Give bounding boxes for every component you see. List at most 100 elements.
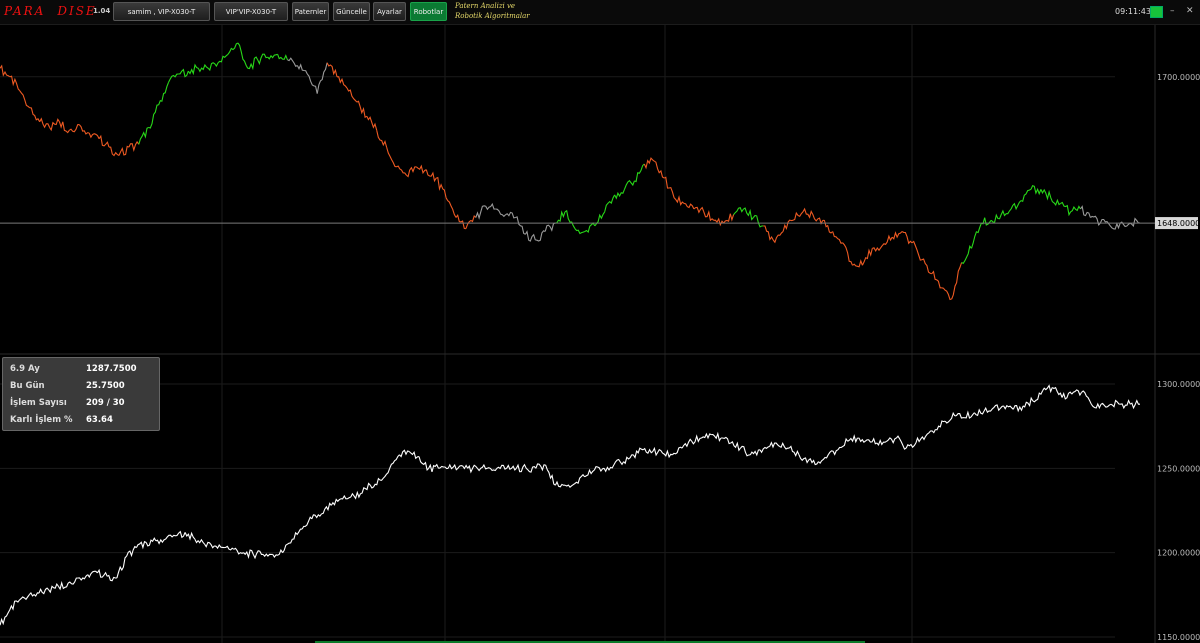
series-segment [287,57,298,68]
current-price-label: 1648.0000 [1157,219,1200,228]
series-segment [584,468,595,478]
series-segment [701,432,712,440]
series-segment [1070,205,1081,213]
account-selector-button[interactable]: samim , VIP-X030-T [113,2,210,21]
series-segment [642,447,654,455]
series-segment [282,538,293,554]
series-segment [1061,391,1073,400]
series-segment [227,42,239,55]
series-segment [1003,404,1014,410]
series-segment [406,166,417,178]
stats-row: 6.9 Ay 1287.7500 [10,364,137,374]
series-segment [752,214,764,228]
series-segment [895,435,907,450]
minimize-button[interactable]: – [1170,7,1175,16]
series-segment [224,545,235,551]
patterns-button[interactable]: Paternler [292,2,329,21]
series-segment [272,548,284,558]
series-segment [525,465,537,473]
series-segment [118,145,130,156]
series-segment [613,458,625,466]
series-segment [1090,215,1101,227]
series-segment [495,208,506,218]
series-segment [1032,390,1044,403]
y-tick-label: 1300.0000 [1157,380,1200,389]
series-segment [535,463,546,472]
series-segment [818,454,829,464]
series-segment [634,163,645,183]
series-segment [711,431,722,443]
series-segment [691,434,702,445]
series-segment [652,446,664,457]
series-segment [779,441,790,450]
update-button[interactable]: Güncelle [333,2,370,21]
series-segment [632,447,644,459]
series-segment [832,231,843,244]
series-segment [178,68,189,78]
series-segment [1022,396,1034,408]
series-segment [1090,402,1102,410]
series-segment [346,87,358,103]
series-segment [713,217,725,227]
series-segment [389,454,400,469]
series-segment [98,134,110,148]
top-toolbar: PARA DISE 1.04 samim , VIP-X030-T VIP'VIP… [0,0,1200,25]
stats-row: Karlı İşlem % 63.64 [10,415,113,425]
series-segment [584,222,596,233]
series-segment [9,75,21,92]
series-segment [58,121,70,134]
series-segment [788,445,800,457]
series-segment [911,240,923,261]
series-segment [187,63,199,76]
series-segment [554,480,566,488]
series-segment [476,463,488,472]
app-logo: PARA DISE [4,4,97,18]
series-segment [425,169,437,183]
series-segment [837,437,849,451]
symbol-selector-button[interactable]: VIP'VIP-X030-T [214,2,288,21]
connection-status-icon [1150,6,1163,18]
series-segment [964,410,975,419]
series-segment [1050,197,1061,207]
series-segment [842,242,854,266]
series-segment [19,90,31,109]
series-segment [445,197,457,218]
series-segment [126,545,137,558]
series-segment [1100,402,1112,408]
series-segment [340,494,352,500]
series-segment [386,146,397,168]
series-segment [703,209,715,222]
robots-button[interactable]: Robotlar [410,2,447,21]
series-segment [515,216,526,235]
series-segment [96,568,108,578]
series-segment [827,449,839,456]
close-button[interactable]: ✕ [1186,7,1194,16]
series-segment [772,231,784,244]
series-segment [1129,217,1141,228]
settings-button[interactable]: Ayarlar [373,2,406,21]
series-segment [78,124,90,135]
series-segment [671,446,683,456]
series-segment [175,530,186,539]
series-segment [376,130,388,148]
series-segment [165,534,176,540]
series-segment [301,516,313,530]
series-segment [544,222,556,232]
series-segment [465,215,477,229]
series-segment [891,231,903,240]
stats-panel: 6.9 Ay 1287.7500 Bu Gün 25.7500 İşlem Sayı… [2,357,160,431]
series-segment [296,63,308,75]
series-segment [38,587,50,595]
series-segment [194,538,206,545]
series-segment [396,165,407,176]
series-segment [1071,389,1082,397]
series-segment [990,213,1002,223]
series-segment [369,477,381,489]
series-segment [961,245,972,265]
series-segment [29,107,41,123]
series-segment [594,211,606,227]
series-segment [277,54,289,61]
series-segment [399,449,410,458]
series-segment [106,574,117,582]
series-segment [408,450,420,460]
